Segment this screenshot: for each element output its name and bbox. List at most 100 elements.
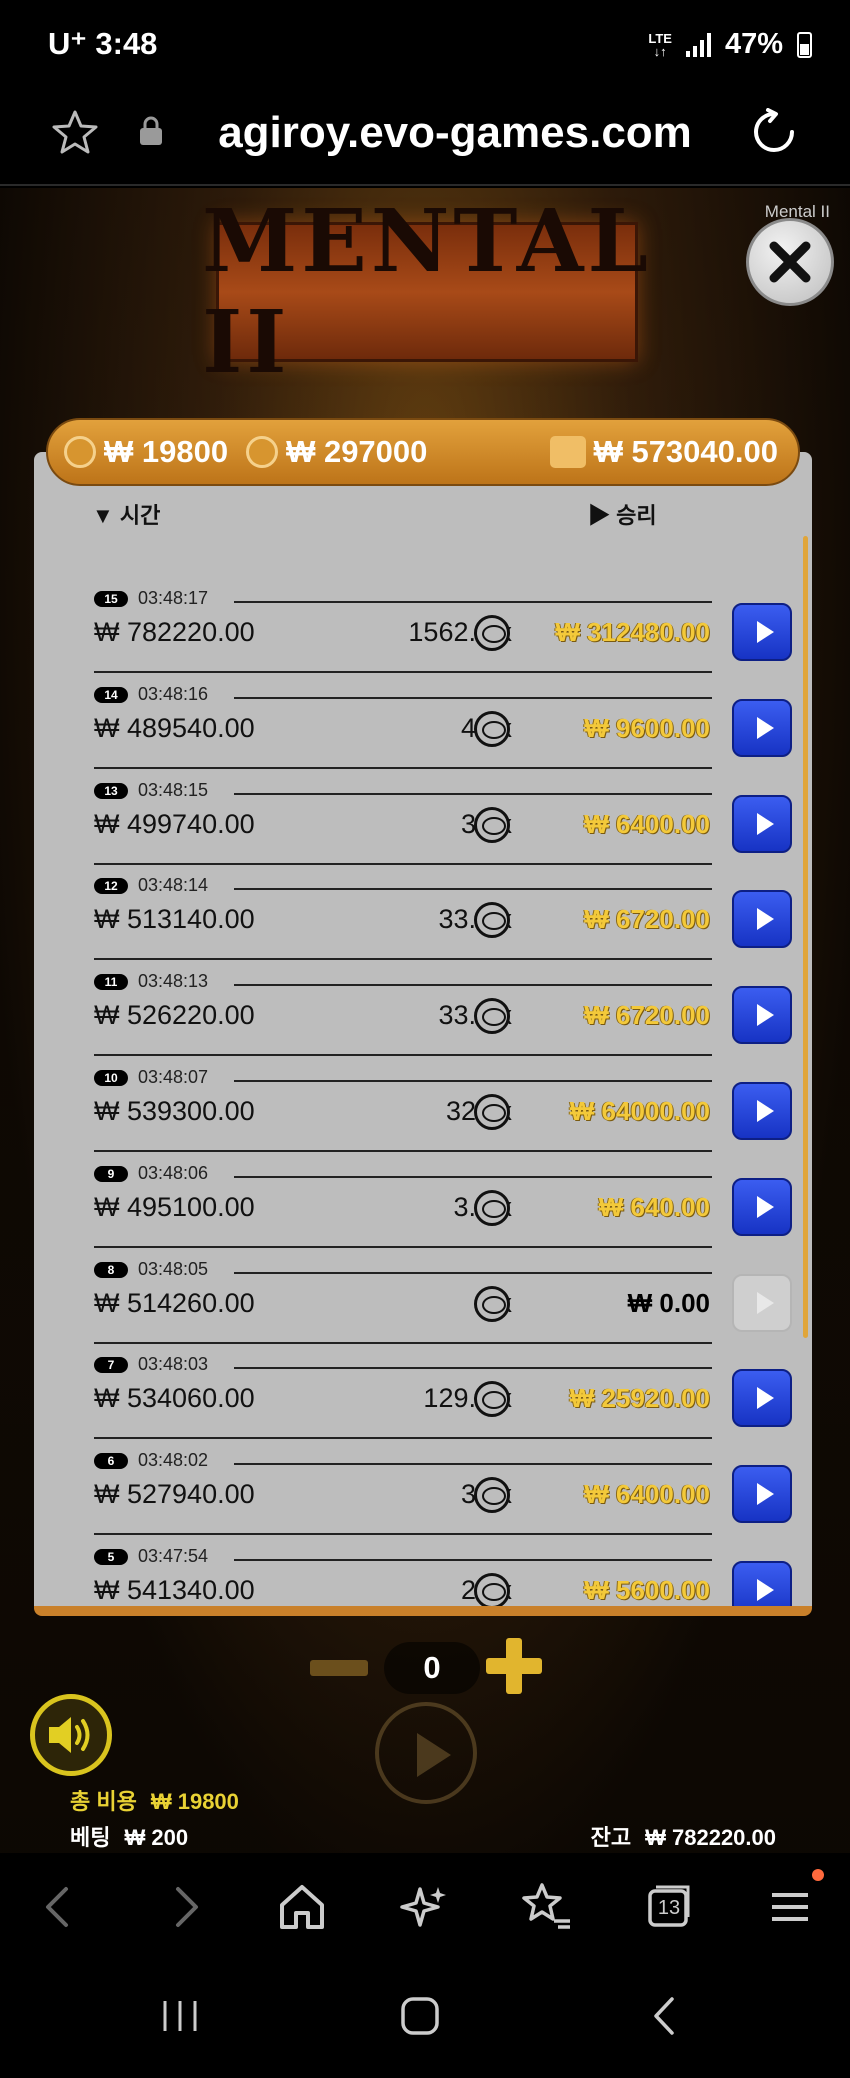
forward-icon[interactable]: [152, 1875, 216, 1939]
round-balance: ₩ 534060.00: [94, 1383, 255, 1414]
home-nav-icon[interactable]: [395, 1991, 445, 2041]
android-nav-bar: [0, 1963, 850, 2078]
sound-button[interactable]: [30, 1694, 112, 1776]
round-win: ₩ 9600.00: [584, 712, 710, 743]
coin-icon: [474, 1573, 510, 1606]
history-row: 1203:48:14₩ 513140.0033.6 x₩ 6720.00: [94, 872, 792, 968]
replay-button[interactable]: [732, 1561, 792, 1606]
history-row: 15 03:48:17 ₩ 782220.00 1562.4 x ₩ 312480.00: [94, 585, 792, 681]
divider: [94, 1437, 712, 1440]
divider: [94, 1150, 712, 1152]
round-win: ₩ 6720.00: [584, 904, 710, 935]
divider: [94, 1054, 712, 1057]
coin-icon: [246, 436, 279, 468]
tabs-count: 13: [657, 1897, 681, 1919]
stake-value: 0: [384, 1642, 480, 1694]
close-button[interactable]: [746, 218, 834, 306]
divider: [234, 888, 712, 891]
divider: [94, 671, 712, 673]
round-badge: 10: [94, 1070, 128, 1086]
history-row: 803:48:05₩ 514260.000 x₩ 0.00: [94, 1256, 792, 1352]
sort-win-header[interactable]: ▶ 승리: [588, 498, 657, 530]
money-bar: ₩ 19800 ₩ 297000 ₩ 573040.00: [46, 418, 800, 486]
divider: [94, 1533, 712, 1536]
sparkle-icon[interactable]: [392, 1875, 456, 1939]
history-scrollbar[interactable]: [803, 536, 808, 1338]
history-row: 503:47:54₩ 541340.0028 x₩ 5600.00: [94, 1543, 792, 1606]
plus-button[interactable]: [486, 1638, 542, 1694]
divider: [234, 1080, 712, 1082]
round-balance: ₩ 782220.00: [94, 617, 255, 647]
status-indicators: LTE ↓↑ 47%: [648, 28, 812, 61]
spin-button[interactable]: [375, 1702, 477, 1804]
coin-icon: [474, 1285, 510, 1322]
round-time: 03:48:17: [138, 588, 209, 608]
divider: [94, 862, 712, 865]
round-balance: ₩ 514260.00: [94, 1287, 255, 1318]
round-badge: 9: [94, 1165, 128, 1182]
round-win: ₩ 5600.00: [584, 1575, 710, 1605]
recents-icon[interactable]: [155, 1991, 205, 2041]
cost-group: ₩ 19800: [64, 434, 228, 470]
replay-button[interactable]: [732, 1082, 792, 1140]
divider: [234, 1559, 712, 1561]
close-x-icon: [769, 241, 811, 283]
divider: [234, 601, 712, 603]
minus-button[interactable]: [310, 1660, 368, 1676]
replay-button[interactable]: [732, 794, 792, 853]
tabs-button[interactable]: 13: [636, 1875, 700, 1939]
bookmarks-icon[interactable]: [514, 1875, 578, 1939]
battery-percent: 47%: [724, 28, 783, 60]
replay-button[interactable]: [732, 698, 792, 757]
browser-url-bar: agiroy.evo-games.com: [0, 90, 850, 186]
round-balance: ₩ 489540.00: [94, 712, 255, 743]
round-balance: ₩ 526220.00: [94, 1000, 255, 1031]
wallet-value: ₩ 573040.00: [593, 434, 778, 469]
bet-amount: 베팅 ₩ 200: [70, 1825, 189, 1850]
stake-control: 0: [310, 1638, 560, 1698]
coins-value: ₩ 297000: [286, 434, 428, 469]
replay-button[interactable]: [732, 986, 792, 1045]
round-time: 03:47:54: [138, 1546, 209, 1566]
reload-icon[interactable]: [750, 108, 798, 156]
replay-button[interactable]: [732, 603, 792, 661]
history-row: 7 03:48:03 ₩ 534060.00 129.6 x ₩ 25920.00: [94, 1351, 792, 1447]
coin-icon: [474, 1189, 510, 1226]
replay-button[interactable]: [732, 890, 792, 949]
history-panel[interactable]: ▼ 시간 ▶ 승리 15 03:48:17 ₩ 782220.00 1562.4 x ₩…: [34, 452, 812, 1616]
carrier: U⁺: [48, 26, 87, 61]
home-icon[interactable]: [270, 1875, 334, 1939]
round-win: ₩ 6720.00: [584, 1000, 710, 1031]
url-text[interactable]: agiroy.evo-games.com: [0, 108, 850, 158]
history-row: 603:48:02₩ 527940.0032 x₩ 6400.00: [94, 1447, 792, 1543]
menu-icon[interactable]: [758, 1875, 822, 1939]
replay-button[interactable]: [732, 1465, 792, 1524]
back-icon[interactable]: [28, 1875, 92, 1939]
replay-button[interactable]: [732, 1177, 792, 1236]
status-carrier-time: U⁺ 3:48: [48, 26, 157, 62]
coin-icon: [474, 710, 510, 747]
round-time: 03:48:14: [138, 875, 209, 896]
history-header: ▼ 시간 ▶ 승리: [92, 498, 812, 528]
round-badge: 15: [94, 591, 128, 607]
sort-time-header[interactable]: ▼ 시간: [92, 498, 160, 530]
round-time: 03:48:13: [138, 971, 209, 992]
coins-group: ₩ 297000: [246, 434, 427, 470]
round-time: 03:48:07: [138, 1067, 209, 1087]
round-balance: ₩ 499740.00: [94, 808, 255, 839]
divider: [234, 1463, 712, 1466]
round-balance: ₩ 541340.00: [94, 1575, 255, 1605]
total-cost: 총 비용 ₩ 19800: [70, 1789, 239, 1814]
browser-bottom-nav: 13: [0, 1853, 850, 1963]
history-row: 1403:48:16₩ 489540.0048 x₩ 9600.00: [94, 681, 792, 777]
wallet-group: ₩ 573040.00: [549, 434, 778, 470]
status-bar: U⁺ 3:48 LTE ↓↑ 47%: [0, 0, 850, 90]
balance: 잔고 ₩ 782220.00: [590, 1825, 776, 1850]
replay-button[interactable]: [732, 1369, 792, 1428]
speaker-icon: [49, 1717, 90, 1753]
divider: [94, 1245, 712, 1248]
round-win: ₩ 64000.00: [569, 1096, 710, 1126]
back-nav-icon[interactable]: [640, 1991, 690, 2041]
coin-icon: [474, 998, 510, 1035]
divider: [94, 766, 712, 769]
